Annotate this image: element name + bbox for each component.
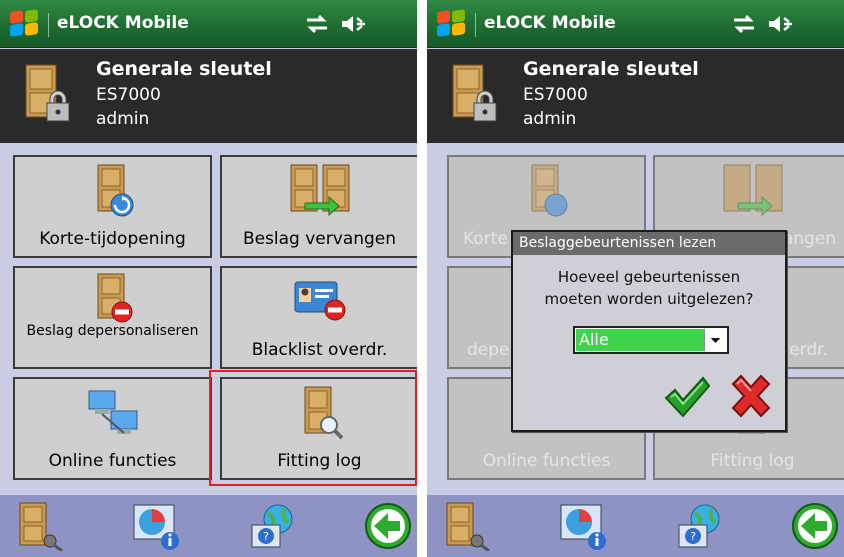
windows-start-icon[interactable] — [10, 9, 40, 38]
sync-icon[interactable] — [732, 14, 756, 34]
tile-label: Korte-tijdopening — [39, 229, 186, 249]
card-remove-icon — [294, 281, 345, 321]
title-separator — [48, 13, 49, 37]
app-title: eLOCK Mobile — [57, 13, 189, 33]
tile-label: Online functies — [48, 451, 177, 471]
title-bar: eLOCK Mobile — [427, 0, 844, 48]
key-model: ES7000 — [96, 85, 161, 105]
door-replace-icon — [723, 164, 782, 217]
svg-text:?: ? — [263, 530, 269, 543]
bottom-toolbar: ? — [0, 495, 417, 557]
event-count-select[interactable]: Alle — [573, 326, 729, 354]
door-lock-icon — [25, 64, 70, 122]
tile-label: Fitting log — [710, 451, 795, 471]
door-replace-icon — [290, 164, 349, 217]
door-remove-icon — [97, 273, 132, 323]
title-bar: eLOCK Mobile — [0, 0, 417, 48]
left-screen: eLOCK Mobile Generale sleutel ES7000 adm… — [0, 0, 417, 557]
globe-help-icon[interactable]: ? — [248, 501, 300, 551]
sync-icon[interactable] — [305, 14, 329, 34]
chart-info-icon[interactable] — [130, 501, 182, 551]
profile-header: Generale sleutel ES7000 admin — [0, 49, 417, 143]
chevron-down-icon[interactable] — [704, 329, 726, 351]
right-screen: eLOCK Mobile Generale sleutel ES7000 adm… — [427, 0, 844, 557]
tile-beslag-depersonaliseren[interactable]: Beslag depersonaliseren — [13, 266, 212, 369]
network-icon — [88, 390, 137, 434]
highlight-box — [209, 370, 417, 486]
checkmark-icon[interactable] — [663, 374, 711, 420]
dialog-message: Hoeveel gebeurtenissen moeten worden uit… — [513, 266, 785, 310]
user-name: admin — [523, 109, 577, 129]
bottom-toolbar: ? — [427, 495, 844, 557]
door-lock-icon — [452, 64, 497, 122]
read-events-dialog: Beslaggebeurtenissen lezen Hoeveel gebeu… — [511, 230, 787, 432]
volume-icon[interactable] — [340, 14, 368, 34]
key-model: ES7000 — [523, 85, 588, 105]
svg-text:?: ? — [690, 530, 696, 543]
tile-label: Blacklist overdr. — [251, 340, 388, 360]
title-separator — [475, 13, 476, 37]
tile-korte-tijdopening[interactable]: Korte-tijdopening — [13, 155, 212, 258]
user-name: admin — [96, 109, 150, 129]
profile-header: Generale sleutel ES7000 admin — [427, 49, 844, 143]
dialog-title: Beslaggebeurtenissen lezen — [513, 232, 785, 255]
tile-beslag-vervangen[interactable]: Beslag vervangen — [220, 155, 417, 258]
door-key-icon[interactable] — [439, 501, 491, 551]
app-title: eLOCK Mobile — [484, 13, 616, 33]
tile-label: Online functies — [482, 451, 611, 471]
dialog-message-line: Hoeveel gebeurtenissen — [557, 268, 741, 286]
door-clock-icon — [531, 164, 567, 217]
windows-start-icon[interactable] — [437, 9, 467, 38]
volume-icon[interactable] — [767, 14, 795, 34]
select-value: Alle — [576, 329, 704, 351]
door-clock-icon — [97, 164, 133, 217]
back-arrow-icon[interactable] — [787, 501, 839, 551]
chart-info-icon[interactable] — [557, 501, 609, 551]
dialog-message-line: moeten worden uitgelezen? — [544, 290, 754, 308]
tile-label: Beslag vervangen — [242, 229, 397, 249]
door-key-icon[interactable] — [12, 501, 64, 551]
globe-help-icon[interactable]: ? — [675, 501, 727, 551]
key-name: Generale sleutel — [523, 58, 699, 80]
key-name: Generale sleutel — [96, 58, 272, 80]
tile-blacklist-overdr[interactable]: Blacklist overdr. — [220, 266, 417, 369]
cancel-x-icon[interactable] — [727, 374, 775, 420]
tile-online-functies[interactable]: Online functies — [13, 377, 212, 480]
back-arrow-icon[interactable] — [360, 501, 412, 551]
tile-label: Beslag depersonaliseren — [26, 323, 199, 339]
